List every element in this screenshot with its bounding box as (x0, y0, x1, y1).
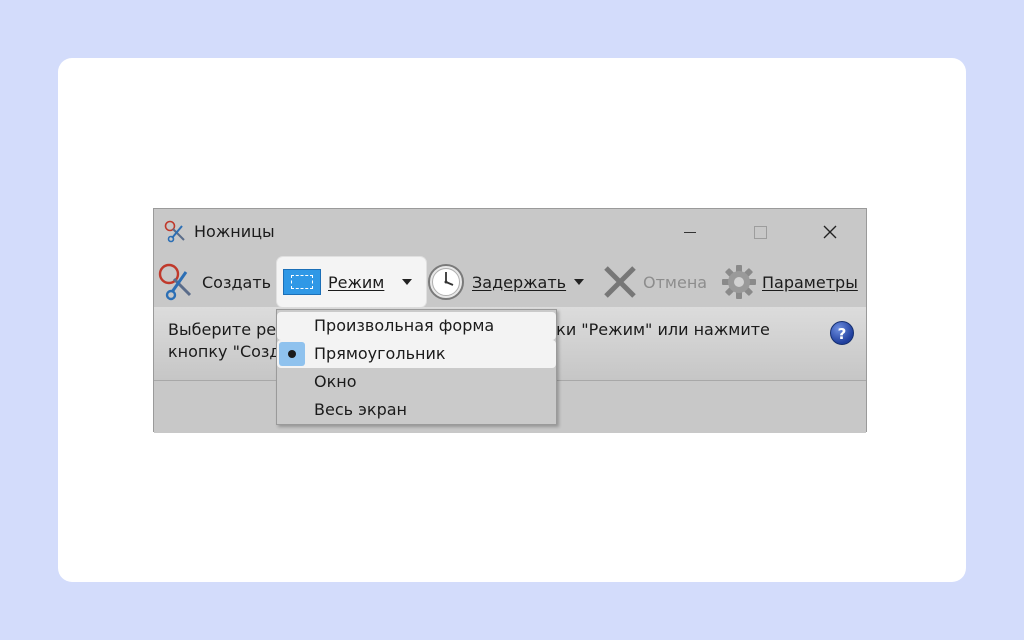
mode-dropdown-menu: Произвольная форма Прямоугольник Окно Ве… (276, 309, 557, 425)
clock-icon (428, 264, 464, 300)
window-title: Ножницы (194, 222, 275, 241)
delay-dropdown-button[interactable] (574, 257, 584, 307)
mode-label: Режим (328, 272, 385, 292)
cancel-label: Отмена (643, 272, 708, 292)
minimize-button[interactable] (656, 209, 724, 255)
menu-item-freeform[interactable]: Произвольная форма (277, 312, 556, 340)
mode-button[interactable]: Режим (277, 257, 426, 307)
help-icon[interactable]: ? (830, 321, 854, 345)
minimize-icon (684, 231, 696, 233)
maximize-button[interactable] (726, 209, 794, 255)
title-bar: Ножницы (154, 209, 866, 255)
menu-item-window[interactable]: Окно (277, 368, 556, 396)
create-button[interactable]: Создать (156, 257, 271, 307)
menu-item-label: Прямоугольник (314, 344, 446, 363)
scissors-icon (158, 263, 192, 301)
chevron-down-icon (574, 279, 584, 285)
menu-item-label: Произвольная форма (314, 316, 495, 335)
maximize-icon (753, 225, 767, 239)
options-label: Параметры (762, 272, 858, 292)
create-label: Создать (202, 272, 272, 292)
x-icon (604, 266, 636, 298)
rectangle-snip-icon (283, 269, 321, 295)
menu-item-fullscreen[interactable]: Весь экран (277, 396, 556, 424)
close-button[interactable] (796, 209, 864, 255)
selected-indicator (279, 342, 305, 366)
menu-item-rectangle[interactable]: Прямоугольник (277, 340, 556, 368)
radio-dot-icon (288, 350, 296, 358)
menu-item-label: Весь экран (314, 400, 407, 419)
delay-label: Задержать (472, 272, 567, 292)
delay-button[interactable]: Задержать (426, 257, 566, 307)
menu-item-label: Окно (314, 372, 357, 391)
toolbar: Создать Режим Задержать Отмена Параметры (154, 257, 866, 307)
close-icon (823, 225, 837, 239)
cancel-button[interactable]: Отмена (601, 257, 707, 307)
scissors-icon (164, 220, 185, 243)
options-button[interactable]: Параметры (720, 257, 858, 307)
chevron-down-icon[interactable] (402, 279, 413, 285)
gear-icon (722, 265, 756, 299)
